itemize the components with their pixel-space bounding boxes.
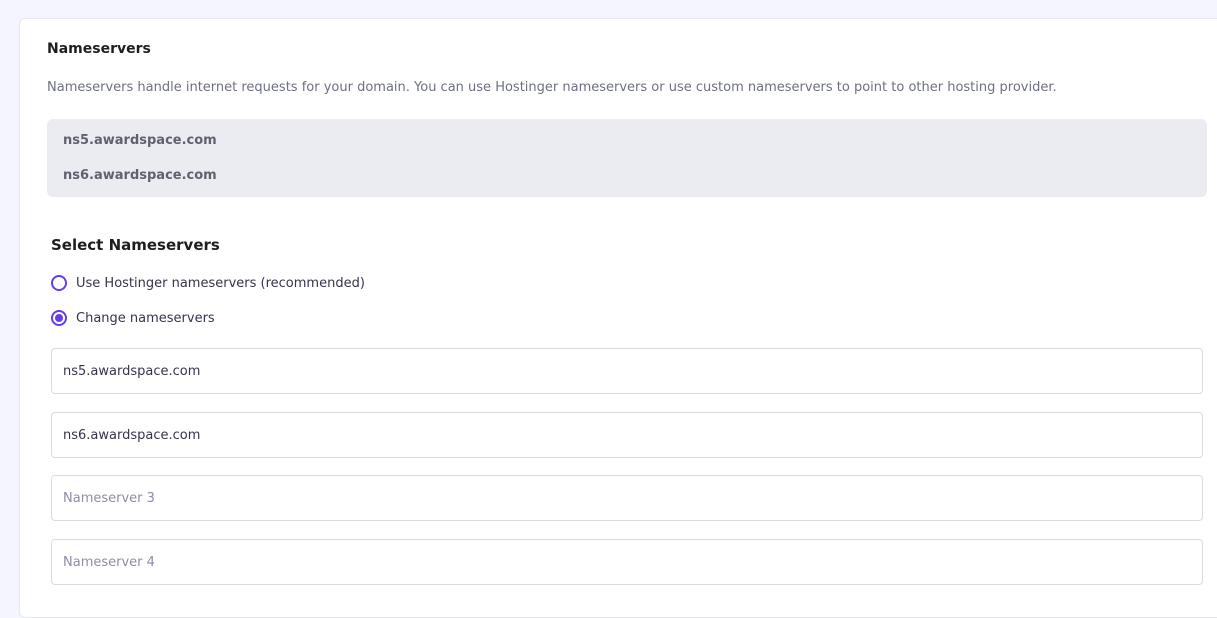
nameserver-3-input[interactable] xyxy=(51,475,1203,521)
radio-change-nameservers[interactable]: Change nameservers xyxy=(51,310,215,326)
section-title: Nameservers xyxy=(47,41,151,57)
radio-button-checked[interactable] xyxy=(51,310,67,326)
current-nameservers-box: ns5.awardspace.com ns6.awardspace.com xyxy=(47,119,1207,197)
radio-use-hostinger[interactable]: Use Hostinger nameservers (recommended) xyxy=(51,275,365,291)
current-nameserver-2: ns6.awardspace.com xyxy=(63,168,217,183)
select-nameservers-title: Select Nameservers xyxy=(51,236,220,254)
radio-label-change-nameservers: Change nameservers xyxy=(76,310,215,326)
nameserver-2-input[interactable] xyxy=(51,412,1203,458)
nameserver-1-input[interactable] xyxy=(51,348,1203,394)
nameservers-card: Nameservers Nameservers handle internet … xyxy=(19,18,1217,618)
radio-button-unchecked[interactable] xyxy=(51,275,67,291)
nameserver-4-input[interactable] xyxy=(51,539,1203,585)
radio-dot-icon xyxy=(55,314,63,322)
current-nameserver-1: ns5.awardspace.com xyxy=(63,133,217,148)
radio-label-use-hostinger: Use Hostinger nameservers (recommended) xyxy=(76,275,365,291)
section-description: Nameservers handle internet requests for… xyxy=(47,80,1057,95)
